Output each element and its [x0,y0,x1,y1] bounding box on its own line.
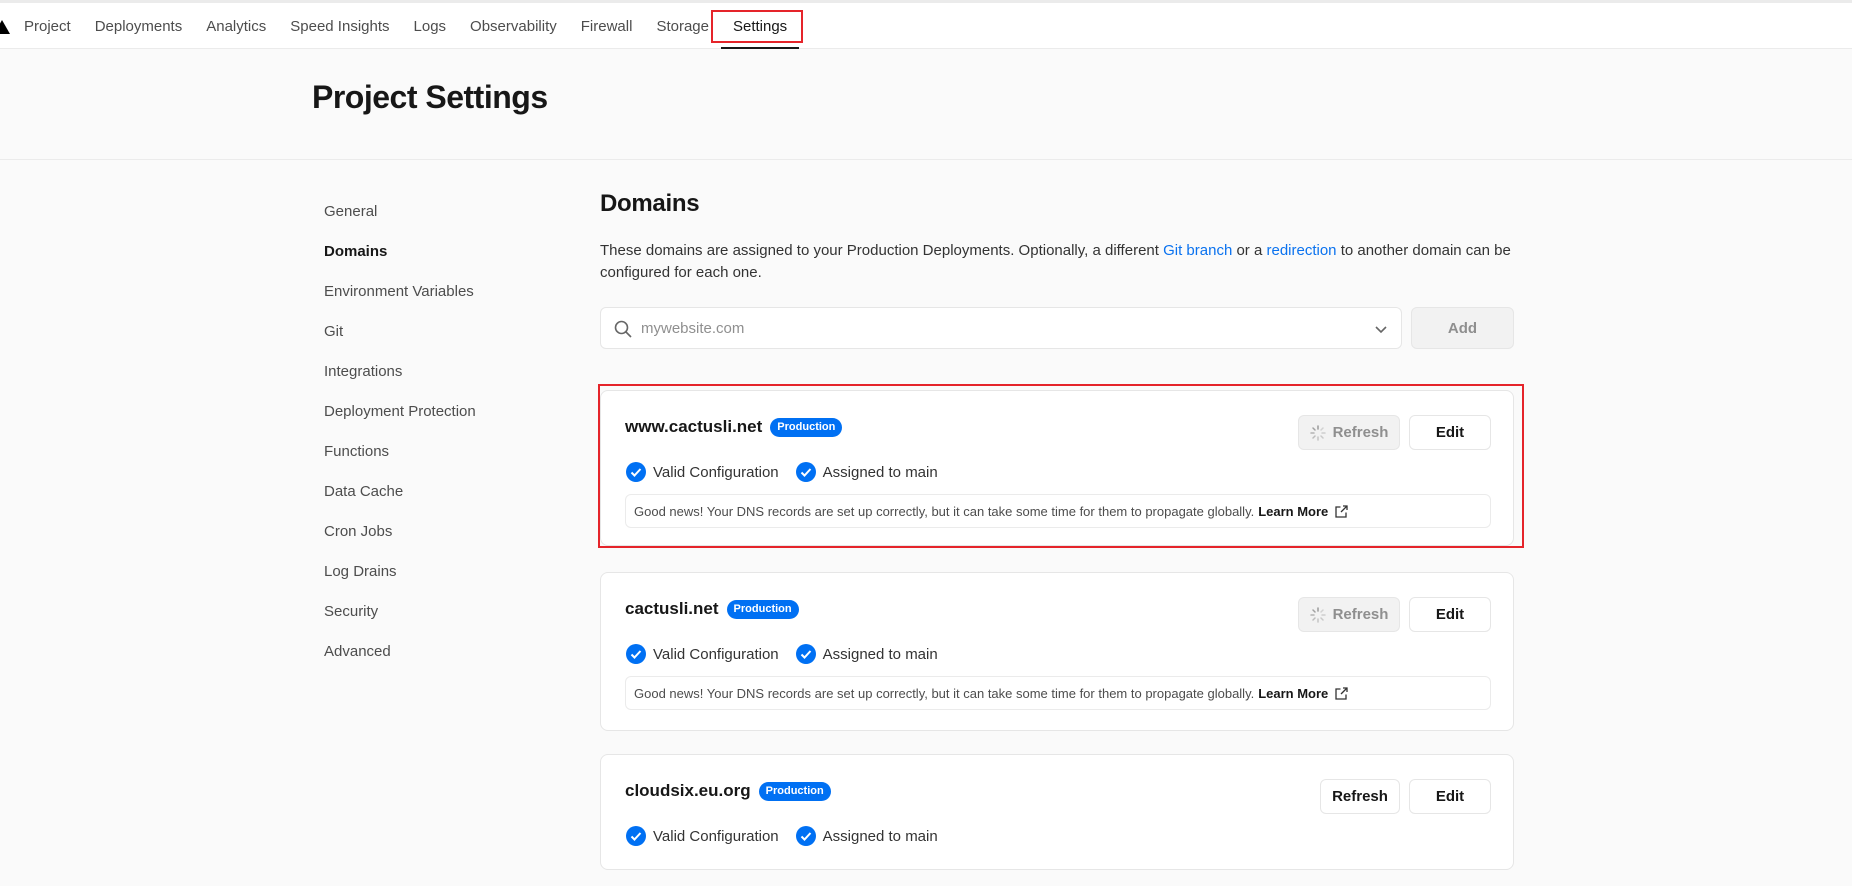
check-circle-icon [795,644,816,664]
domain-card: cloudsix.eu.org Production Refresh Edit V… [600,754,1514,870]
domain-input[interactable] [641,308,1341,348]
sidebar-item-log-drains[interactable]: Log Drains [324,560,584,600]
add-domain-button[interactable]: Add [1411,307,1514,349]
edit-button[interactable]: Edit [1409,779,1491,814]
check-circle-icon [626,462,646,482]
sidebar-item-functions[interactable]: Functions [324,440,584,480]
chevron-down-icon[interactable] [1371,319,1391,339]
check-circle-icon [626,826,646,846]
section-description: These domains are assigned to your Produ… [600,240,1514,284]
edit-button[interactable]: Edit [1409,597,1491,632]
tab-deployments[interactable]: Deployments [83,3,195,49]
sidebar-item-domains[interactable]: Domains [324,240,584,280]
edit-button[interactable]: Edit [1409,415,1491,450]
check-circle-icon [795,462,816,482]
production-badge: Production [726,600,799,619]
page-title: Project Settings [312,79,548,115]
refresh-button[interactable]: Refresh [1298,415,1400,450]
git-branch-link[interactable]: Git branch [1163,242,1232,259]
section-title: Domains [600,190,700,217]
tab-project[interactable]: Project [12,3,83,49]
domain-name: www.cactusli.net Production [625,417,843,437]
domain-status: Valid Configuration Assigned to main [625,461,954,483]
tab-observability[interactable]: Observability [458,3,569,49]
assigned-branch-label: Assigned to main [822,827,938,845]
valid-configuration-label: Valid Configuration [653,645,779,663]
tab-firewall[interactable]: Firewall [569,3,645,49]
domain-input-container[interactable] [600,307,1402,349]
sidebar-item-security[interactable]: Security [324,600,584,640]
domain-name-text[interactable]: cactusli.net [625,599,719,618]
learn-more-label: Learn More [1258,503,1329,519]
refresh-button[interactable]: Refresh [1298,597,1400,632]
sidebar-item-environment-variables[interactable]: Environment Variables [324,280,584,320]
domain-name: cloudsix.eu.org Production [625,781,831,801]
domain-card: www.cactusli.net Production Refresh Edit … [600,390,1514,546]
sidebar-item-cron-jobs[interactable]: Cron Jobs [324,520,584,560]
check-circle-icon [795,826,816,846]
learn-more-label: Learn More [1258,685,1329,701]
dns-info-text: Good news! Your DNS records are set up c… [634,685,1255,701]
valid-configuration-status: Valid Configuration [625,643,779,665]
learn-more-link[interactable]: Learn More [1258,504,1349,519]
refresh-button[interactable]: Refresh [1320,779,1400,814]
description-text-2: or a [1232,242,1267,259]
domains-section: Domains These domains are assigned to yo… [600,190,1514,349]
add-domain-row: Add [600,307,1514,349]
domain-name: cactusli.net Production [625,599,799,619]
sidebar-item-git[interactable]: Git [324,320,584,360]
sidebar-item-data-cache[interactable]: Data Cache [324,480,584,520]
dns-info-message: Good news! Your DNS records are set up c… [625,494,1491,528]
settings-sidebar: General Domains Environment Variables Gi… [324,200,584,680]
search-icon [614,320,632,338]
domain-status: Valid Configuration Assigned to main [625,825,954,847]
assigned-branch-status: Assigned to main [795,643,938,665]
dns-info-message: Good news! Your DNS records are set up c… [625,676,1491,710]
tab-analytics[interactable]: Analytics [194,3,278,49]
sidebar-item-advanced[interactable]: Advanced [324,640,584,680]
description-text-1: These domains are assigned to your Produ… [600,242,1164,259]
external-link-icon [1335,504,1348,518]
domain-card: cactusli.net Production Refresh Edit Vali… [600,572,1514,731]
valid-configuration-label: Valid Configuration [653,463,779,481]
page-header: Project Settings [0,49,1852,160]
valid-configuration-status: Valid Configuration [625,825,779,847]
redirection-link[interactable]: redirection [1266,242,1336,259]
production-badge: Production [770,418,843,437]
domain-name-text[interactable]: www.cactusli.net [625,417,762,436]
learn-more-link[interactable]: Learn More [1258,686,1349,701]
sidebar-item-deployment-protection[interactable]: Deployment Protection [324,400,584,440]
check-circle-icon [626,644,646,664]
assigned-branch-label: Assigned to main [822,463,938,481]
tab-settings[interactable]: Settings [720,3,800,49]
tab-speed-insights[interactable]: Speed Insights [278,3,401,49]
tab-logs[interactable]: Logs [402,3,459,49]
assigned-branch-status: Assigned to main [795,825,938,847]
external-link-icon [1335,686,1348,700]
valid-configuration-status: Valid Configuration [625,461,779,483]
domain-name-text[interactable]: cloudsix.eu.org [625,781,751,800]
loading-spinner-icon [1309,606,1326,623]
refresh-label: Refresh [1332,606,1389,623]
sidebar-item-integrations[interactable]: Integrations [324,360,584,400]
production-badge: Production [758,782,831,801]
top-navigation: Project Deployments Analytics Speed Insi… [0,0,1852,49]
domain-status: Valid Configuration Assigned to main [625,643,954,665]
sidebar-item-general[interactable]: General [324,200,584,240]
assigned-branch-label: Assigned to main [822,645,938,663]
dns-info-text: Good news! Your DNS records are set up c… [634,503,1255,519]
assigned-branch-status: Assigned to main [795,461,938,483]
refresh-label: Refresh [1332,424,1389,441]
valid-configuration-label: Valid Configuration [653,827,779,845]
vercel-logo-icon[interactable] [0,20,10,34]
nav-tabs: Project Deployments Analytics Speed Insi… [12,3,800,49]
loading-spinner-icon [1309,424,1326,441]
tab-storage[interactable]: Storage [644,3,721,49]
